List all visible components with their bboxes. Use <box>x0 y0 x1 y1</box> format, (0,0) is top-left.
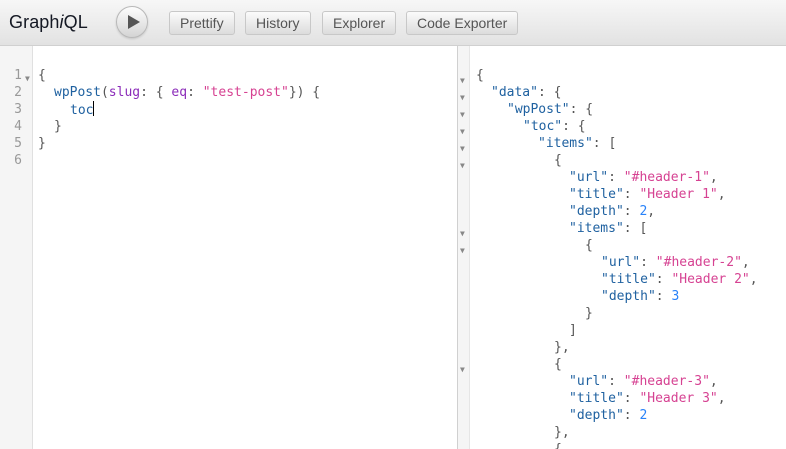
fold-arrow-icon[interactable]: ▼ <box>25 70 30 87</box>
json-line: }, <box>554 425 570 440</box>
fold-arrow-icon[interactable]: ▼ <box>460 72 465 89</box>
json-line: { <box>554 153 562 168</box>
code-exporter-button[interactable]: Code Exporter <box>406 11 519 35</box>
code-line: } <box>54 119 62 134</box>
fold-arrow-icon[interactable]: ▼ <box>460 89 465 106</box>
json-line: "depth": 2 <box>569 408 648 423</box>
line-number: 4 <box>14 119 22 134</box>
json-line: "title": "Header 2", <box>601 272 758 287</box>
prettify-button[interactable]: Prettify <box>169 11 235 35</box>
line-number: 3 <box>14 102 22 117</box>
code-line: wpPost(slug: { eq: "test-post"}) { <box>54 85 321 100</box>
fold-arrow-icon[interactable]: ▼ <box>460 140 465 157</box>
json-line: "title": "Header 3", <box>569 391 726 406</box>
toolbar: GraphiQL Prettify History Explorer Code … <box>0 0 786 46</box>
fold-arrow-icon[interactable]: ▼ <box>460 123 465 140</box>
fold-arrow-icon[interactable]: ▼ <box>460 361 465 378</box>
app-title: GraphiQL <box>9 12 88 32</box>
play-icon <box>128 15 140 29</box>
json-line: "url": "#header-3", <box>569 374 718 389</box>
fold-arrow-icon[interactable]: ▼ <box>460 225 465 242</box>
json-line: "url": "#header-1", <box>569 170 718 185</box>
code-line: } <box>38 136 46 151</box>
line-number: 2 <box>14 85 22 100</box>
json-line: }, <box>554 340 570 355</box>
json-line: "depth": 2, <box>569 204 656 219</box>
json-line: "data": { <box>491 85 562 100</box>
execute-query-button[interactable] <box>116 6 148 38</box>
json-line: ] <box>569 323 577 338</box>
json-line: "title": "Header 1", <box>569 187 726 202</box>
fold-arrow-icon[interactable]: ▼ <box>460 157 465 174</box>
code-line: toc <box>70 101 95 118</box>
json-line: { <box>554 441 562 449</box>
json-line: "items": [ <box>569 221 648 236</box>
code-line: { <box>38 68 46 83</box>
explorer-button[interactable]: Explorer <box>322 11 397 35</box>
json-line: { <box>554 357 562 372</box>
json-line: "depth": 3 <box>601 289 680 304</box>
result-gutter: ▼ ▼ ▼ ▼ ▼ ▼ ▼ ▼ ▼ <box>458 46 470 449</box>
line-number: 1 <box>14 68 22 83</box>
line-number: 5 <box>14 136 22 151</box>
result-viewer: ▼ ▼ ▼ ▼ ▼ ▼ ▼ ▼ ▼ { "data": { "wpPost": … <box>458 46 786 449</box>
text-cursor <box>93 101 95 116</box>
history-button[interactable]: History <box>245 11 311 35</box>
json-line: "toc": { <box>523 119 586 134</box>
json-line: "wpPost": { <box>507 102 594 117</box>
line-number: 6 <box>14 153 22 168</box>
json-line: "url": "#header-2", <box>601 255 750 270</box>
json-line: } <box>585 306 593 321</box>
fold-arrow-icon[interactable]: ▼ <box>460 106 465 123</box>
fold-arrow-icon[interactable]: ▼ <box>460 242 465 259</box>
query-editor[interactable]: 1 ▼ 2 3 4 5 6 { wpPost(slug: { eq: "test… <box>0 46 457 449</box>
line-number-gutter: 1 ▼ 2 3 4 5 6 <box>0 46 33 449</box>
json-line: "items": [ <box>538 136 617 151</box>
json-line: { <box>476 68 484 83</box>
json-line: { <box>585 238 593 253</box>
